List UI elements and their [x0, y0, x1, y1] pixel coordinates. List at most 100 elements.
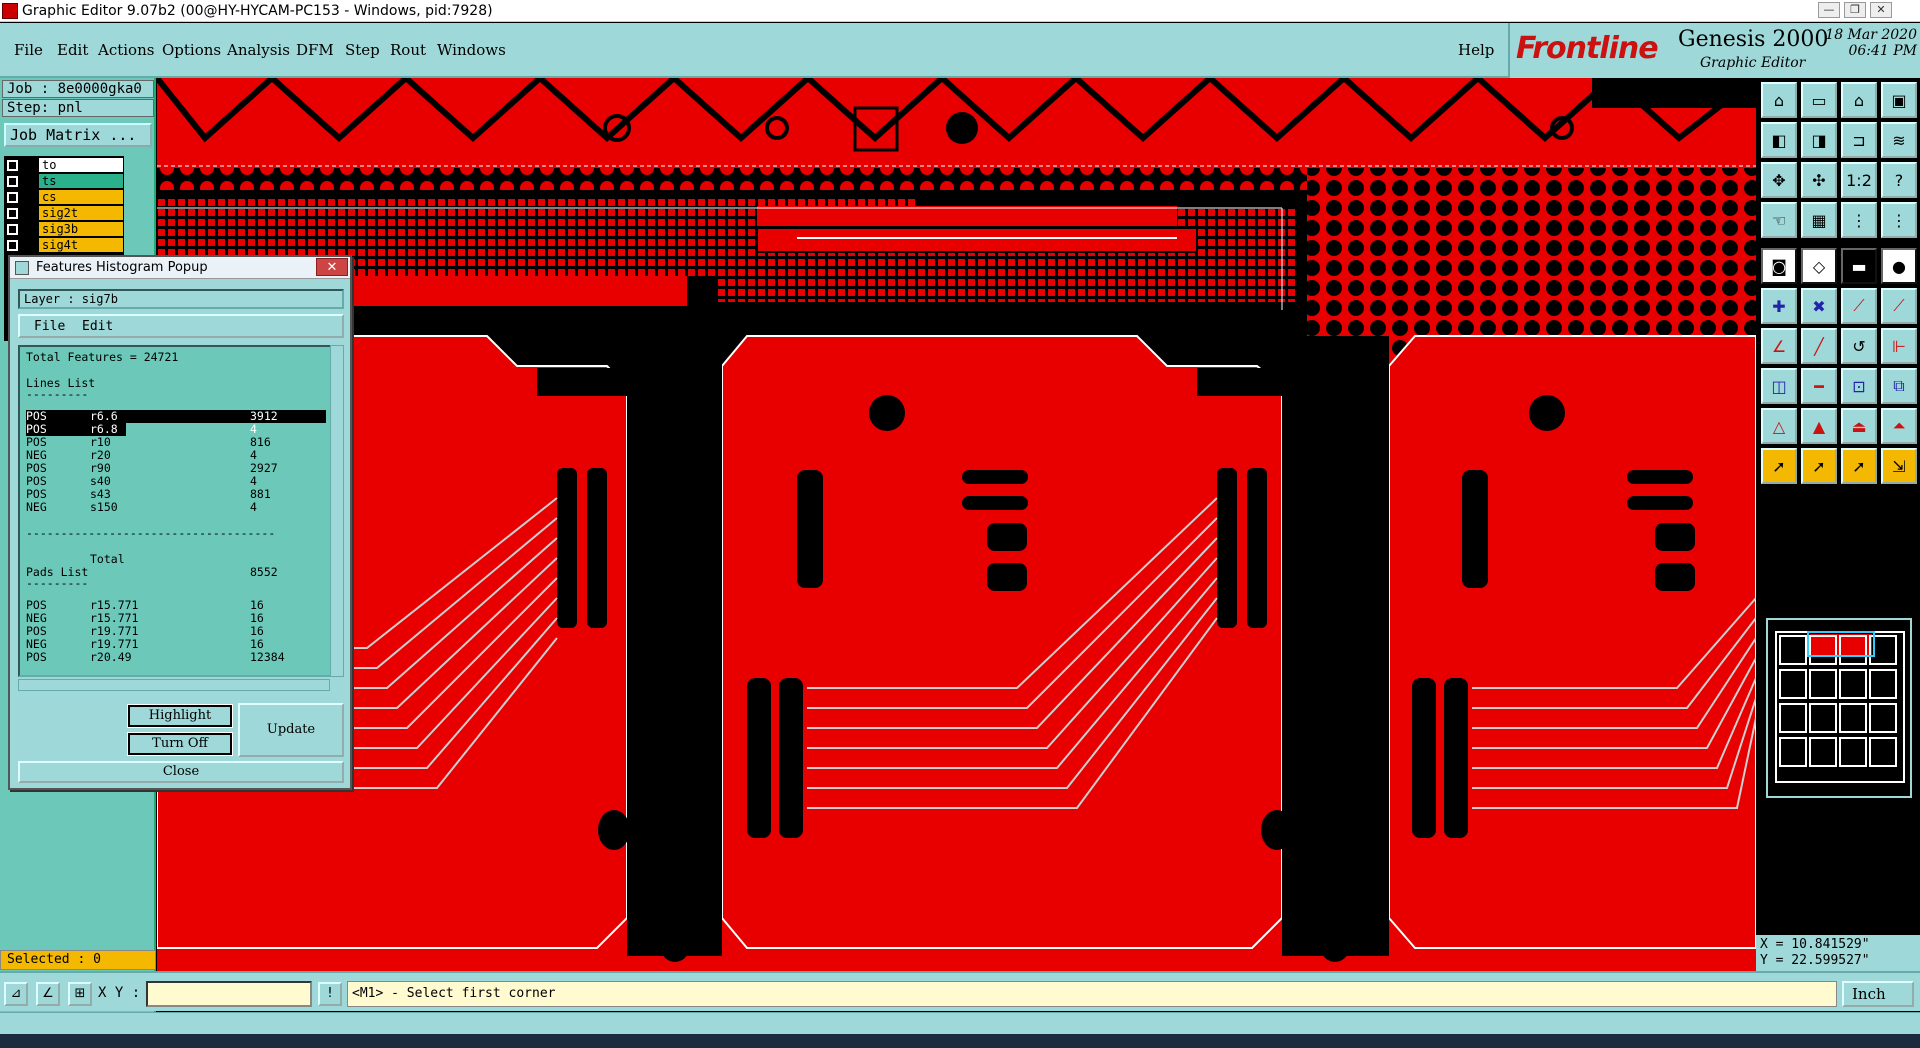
window-close-button[interactable]: ✕ [1870, 2, 1892, 18]
help-icon[interactable]: ? [1881, 162, 1917, 198]
overview-minimap[interactable] [1766, 618, 1912, 798]
fit-icon[interactable]: ✥ [1761, 162, 1797, 198]
zoom-forward-icon[interactable]: ◨ [1801, 122, 1837, 158]
hand-icon[interactable]: ☜ [1761, 202, 1797, 238]
popup-title-bar[interactable]: Features Histogram Popup [10, 257, 350, 279]
histogram-list[interactable]: Total Features = 24721 Lines List ------… [18, 345, 336, 677]
xy-label: X Y : [98, 985, 141, 1001]
snap-icon[interactable]: ≋ [1881, 122, 1917, 158]
layer-name[interactable]: sig3b [39, 222, 123, 236]
copy-icon[interactable]: ⧉ [1881, 368, 1917, 404]
select-window-icon[interactable]: ⇲ [1881, 448, 1917, 484]
pan-icon[interactable]: ✣ [1801, 162, 1837, 198]
scale-icon[interactable]: 1:2 [1841, 162, 1877, 198]
xy-input[interactable] [146, 981, 312, 1007]
layer-checkbox[interactable] [7, 160, 18, 171]
units-selector[interactable]: Inch [1842, 981, 1914, 1007]
diagonal-icon[interactable]: ╱ [1801, 328, 1837, 364]
menu-help[interactable]: Help [1458, 41, 1494, 59]
triangle-1-icon[interactable]: △ [1761, 408, 1797, 444]
info-icon[interactable]: ! [318, 982, 342, 1006]
menu-dfm[interactable]: DFM [296, 41, 334, 59]
minimize-button[interactable]: — [1818, 2, 1840, 18]
resize-icon[interactable]: ◫ [1761, 368, 1797, 404]
stretch-icon[interactable]: ⊡ [1841, 368, 1877, 404]
edit-pad-icon[interactable]: ⟋ [1881, 288, 1917, 324]
select-arrow-2-icon[interactable]: ➚ [1801, 448, 1837, 484]
layer-checkbox[interactable] [7, 240, 18, 251]
features-histogram-popup: Features Histogram Popup ✕ Layer : sig7b… [8, 255, 352, 790]
pcb-canvas[interactable] [157, 78, 1756, 971]
triangle-4-icon[interactable]: ⏶ [1881, 408, 1917, 444]
turn-off-button[interactable]: Turn Off [127, 732, 233, 756]
angle-mode-icon[interactable]: ∠ [36, 982, 60, 1006]
layer-checkbox[interactable] [7, 208, 18, 219]
connect-icon[interactable]: ⋮ [1881, 202, 1917, 238]
select-arrow-3-icon[interactable]: ➚ [1841, 448, 1877, 484]
layer-row-sig4t[interactable]: sig4t [4, 238, 124, 253]
mirror-icon[interactable]: ⊐ [1841, 122, 1877, 158]
menu-rout[interactable]: Rout [390, 41, 426, 59]
maximize-button[interactable]: ❐ [1844, 2, 1866, 18]
arc-icon[interactable]: ↺ [1841, 328, 1877, 364]
layer-checkbox[interactable] [7, 176, 18, 187]
grid-icon[interactable]: ▦ [1801, 202, 1837, 238]
update-button[interactable]: Update [238, 703, 344, 757]
layer-name[interactable]: sig2t [39, 206, 123, 220]
menu-options[interactable]: Options [162, 41, 221, 59]
move-pad-icon[interactable]: ⟋ [1841, 288, 1877, 324]
window-icon[interactable]: ▣ [1881, 82, 1917, 118]
net-icon[interactable]: ⋮ [1841, 202, 1877, 238]
layer-checkbox[interactable] [7, 224, 18, 235]
layer-name[interactable]: to [39, 158, 123, 172]
layer-row-sig3b[interactable]: sig3b [4, 222, 124, 237]
layer-row-sig2t[interactable]: sig2t [4, 206, 124, 221]
fillet-icon[interactable]: ⊩ [1881, 328, 1917, 364]
layer-row-ts[interactable]: ts [4, 174, 124, 189]
app-icon [2, 3, 18, 19]
open-job-icon[interactable]: ⌂ [1761, 82, 1797, 118]
layer-name[interactable]: sig4t [39, 238, 123, 252]
select-arrow-icon[interactable]: ➚ [1761, 448, 1797, 484]
product-name: Genesis 2000 [1678, 27, 1829, 52]
add-line-icon[interactable]: ✚ [1761, 288, 1797, 324]
job-matrix-button[interactable]: Job Matrix ... [4, 123, 152, 147]
total-features-line: Total Features = 24721 [26, 350, 179, 364]
menu-edit[interactable]: Edit [57, 41, 88, 59]
snap-mode-icon[interactable]: ⊿ [4, 982, 28, 1006]
popup-menu-edit[interactable]: Edit [82, 317, 113, 337]
home-icon[interactable]: ⌂ [1841, 82, 1877, 118]
brand-area: Frontline Genesis 2000 Graphic Editor 18… [1508, 23, 1920, 78]
delete-segment-icon[interactable]: ━ [1801, 368, 1837, 404]
layer-name[interactable]: ts [39, 174, 123, 188]
popup-close-x-icon[interactable]: ✕ [316, 258, 348, 276]
highlight-button[interactable]: Highlight [127, 704, 233, 728]
camera-icon[interactable]: ◙ [1761, 248, 1797, 284]
layer-row-cs[interactable]: cs [4, 190, 124, 205]
pads-list-rule: --------- [26, 576, 89, 590]
ruler-icon[interactable]: ▬ [1841, 248, 1877, 284]
triangle-3-icon[interactable]: ⏏ [1841, 408, 1877, 444]
close-button[interactable]: Close [18, 761, 344, 783]
menu-file[interactable]: File [14, 41, 43, 59]
polarity: NEG [26, 500, 47, 514]
menu-actions[interactable]: Actions [98, 41, 154, 59]
menu-windows[interactable]: Windows [437, 41, 506, 59]
save-icon[interactable]: ▭ [1801, 82, 1837, 118]
menu-analysis[interactable]: Analysis [227, 41, 290, 59]
shape-icon[interactable]: ◇ [1801, 248, 1837, 284]
list-horizontal-scrollbar[interactable] [18, 679, 330, 691]
layer-row-to[interactable]: to [4, 158, 124, 173]
popup-menu-file[interactable]: File [34, 317, 65, 337]
zoom-back-icon[interactable]: ◧ [1761, 122, 1797, 158]
pad-icon[interactable]: ● [1881, 248, 1917, 284]
cross-icon[interactable]: ✖ [1801, 288, 1837, 324]
layer-name[interactable]: cs [39, 190, 123, 204]
draw-line-icon[interactable]: ∠ [1761, 328, 1797, 364]
triangle-2-icon[interactable]: ▲ [1801, 408, 1837, 444]
layer-checkbox[interactable] [7, 192, 18, 203]
list-vertical-scrollbar[interactable] [330, 345, 344, 677]
grid-mode-icon[interactable]: ⊞ [68, 982, 92, 1006]
row-highlight [26, 410, 326, 423]
menu-step[interactable]: Step [345, 41, 380, 59]
